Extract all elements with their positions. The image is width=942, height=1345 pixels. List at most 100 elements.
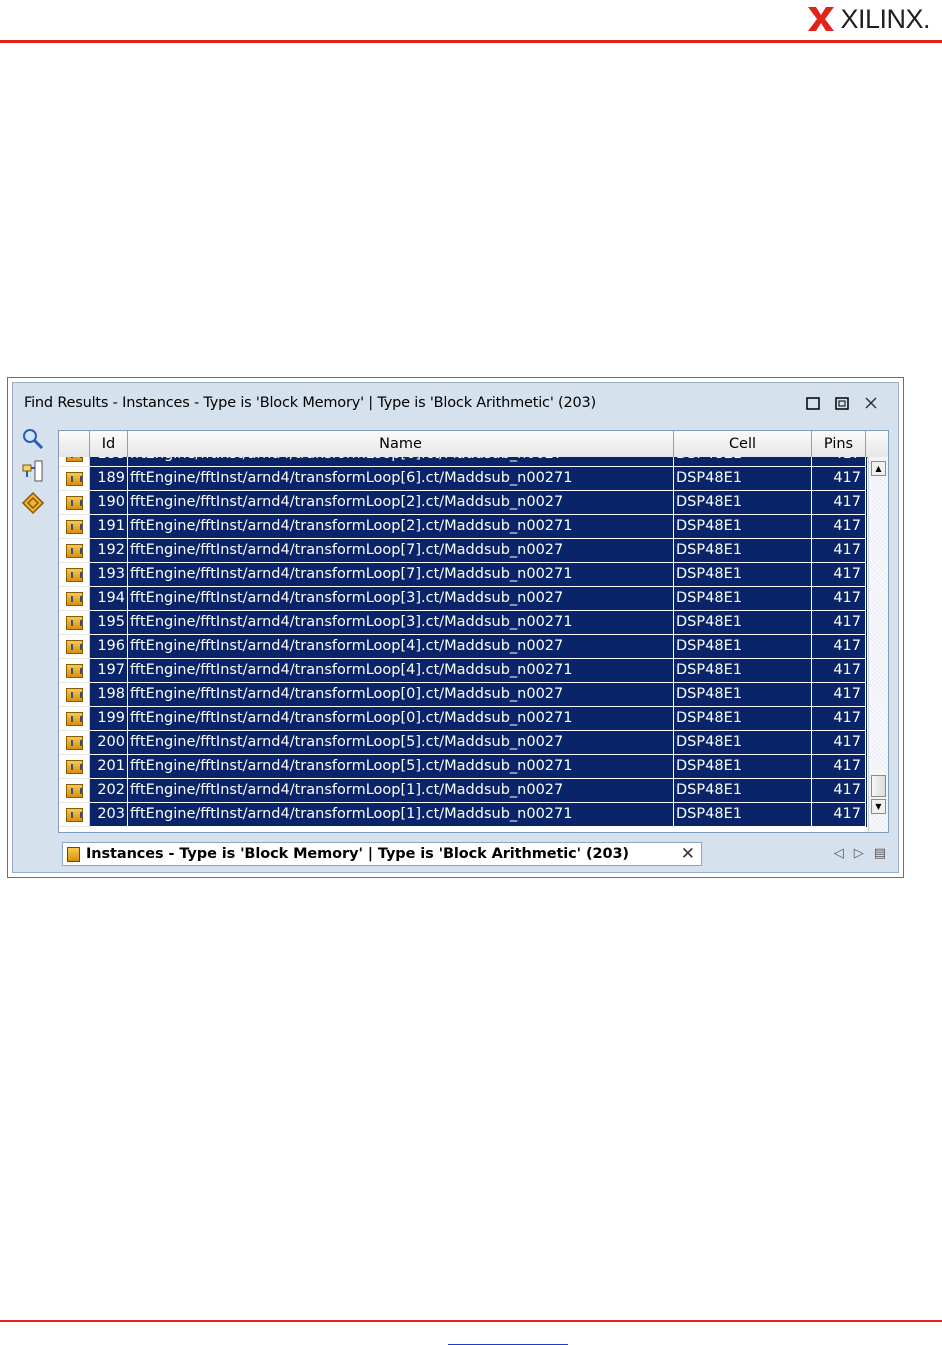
footer-link[interactable] bbox=[448, 1332, 568, 1345]
column-header-pins[interactable]: Pins bbox=[812, 431, 866, 457]
table-row[interactable]: 193 fftEngine/fftInst/arnd4/transformLoop… bbox=[59, 563, 867, 587]
cell-name: fftEngine/fftInst/arnd4/transformLoop[0]… bbox=[128, 707, 674, 731]
table-row[interactable]: 189 fftEngine/fftInst/arnd4/transformLoop… bbox=[59, 467, 867, 491]
instance-icon bbox=[65, 807, 83, 822]
cell-type: DSP48E1 bbox=[674, 515, 812, 539]
cell-id: 198 bbox=[90, 683, 128, 707]
cell-name: fftEngine/fftInst/arnd4/transformLoop[5]… bbox=[128, 731, 674, 755]
restore-icon[interactable] bbox=[834, 395, 851, 412]
table-rows: 188fftEngine/fftInst/arnd4/transformLoop… bbox=[59, 457, 867, 827]
table-row[interactable]: 194 fftEngine/fftInst/arnd4/transformLoop… bbox=[59, 587, 867, 611]
column-header-corner bbox=[866, 431, 888, 457]
find-results-window: Find Results - Instances - Type is 'Bloc… bbox=[7, 377, 904, 878]
tab-prev-icon[interactable]: ◁ bbox=[834, 846, 844, 861]
cell-name: fftEngine/fftInst/arnd4/transformLoop[1]… bbox=[128, 779, 674, 803]
cell-name: fftEngine/fftInst/arnd4/transformLoop[7]… bbox=[128, 539, 674, 563]
scroll-up-arrow-icon[interactable]: ▲ bbox=[871, 461, 886, 476]
table-row[interactable]: 197 fftEngine/fftInst/arnd4/transformLoop… bbox=[59, 659, 867, 683]
column-header-name[interactable]: Name bbox=[128, 431, 674, 457]
table-body: 188fftEngine/fftInst/arnd4/transformLoop… bbox=[59, 457, 867, 832]
table-header: Id Name Cell Pins bbox=[59, 431, 888, 458]
instance-icon bbox=[65, 615, 83, 630]
cell-name: fftEngine/fftInst/arnd4/transformLoop[6]… bbox=[128, 467, 674, 491]
instance-icon bbox=[65, 783, 83, 798]
tab-list-icon[interactable]: ▤ bbox=[874, 846, 886, 861]
tab-instances-label: Instances - Type is 'Block Memory' | Typ… bbox=[86, 846, 629, 862]
column-header-cell[interactable]: Cell bbox=[674, 431, 812, 457]
table-row[interactable]: 192 fftEngine/fftInst/arnd4/transformLoop… bbox=[59, 539, 867, 563]
cell-id: 203 bbox=[90, 803, 128, 827]
table-row[interactable]: 188fftEngine/fftInst/arnd4/transformLoop… bbox=[59, 457, 867, 467]
properties-icon[interactable] bbox=[21, 491, 45, 515]
table-row[interactable]: 191 fftEngine/fftInst/arnd4/transformLoop… bbox=[59, 515, 867, 539]
footer-rule bbox=[0, 1320, 942, 1322]
cell-id: 188 bbox=[90, 457, 128, 467]
cell-name: fftEngine/fftInst/arnd4/transformLoop[5]… bbox=[128, 755, 674, 779]
instance-icon bbox=[65, 639, 83, 654]
tab-next-icon[interactable]: ▷ bbox=[854, 846, 864, 861]
cell-type: DSP48E1 bbox=[674, 457, 812, 467]
cell-pins: 417 bbox=[812, 467, 866, 491]
brand-name: XILINX. bbox=[840, 3, 930, 34]
xilinx-logo: XILINX. bbox=[808, 4, 930, 34]
cell-type: DSP48E1 bbox=[674, 803, 812, 827]
row-icon-cell bbox=[59, 755, 90, 779]
row-icon-cell bbox=[59, 539, 90, 563]
instance-icon bbox=[65, 471, 83, 486]
table-row[interactable]: 200 fftEngine/fftInst/arnd4/transformLoop… bbox=[59, 731, 867, 755]
instance-icon bbox=[65, 519, 83, 534]
column-header-id[interactable]: Id bbox=[90, 431, 128, 457]
cell-id: 189 bbox=[90, 467, 128, 491]
table-row[interactable]: 202 fftEngine/fftInst/arnd4/transformLoop… bbox=[59, 779, 867, 803]
cell-pins: 417 bbox=[812, 755, 866, 779]
cell-type: DSP48E1 bbox=[674, 611, 812, 635]
instance-icon bbox=[65, 591, 83, 606]
table-row[interactable]: 199 fftEngine/fftInst/arnd4/transformLoop… bbox=[59, 707, 867, 731]
row-icon-cell bbox=[59, 635, 90, 659]
schematic-icon[interactable] bbox=[21, 459, 45, 483]
cell-id: 199 bbox=[90, 707, 128, 731]
xilinx-logo-icon bbox=[808, 7, 835, 31]
cell-pins: 417 bbox=[812, 779, 866, 803]
table-row[interactable]: 190 fftEngine/fftInst/arnd4/transformLoop… bbox=[59, 491, 867, 515]
instance-icon bbox=[65, 663, 83, 678]
table-row[interactable]: 203 fftEngine/fftInst/arnd4/transformLoop… bbox=[59, 803, 867, 827]
cell-type: DSP48E1 bbox=[674, 635, 812, 659]
column-header-icon[interactable] bbox=[59, 431, 90, 457]
window-title: Find Results - Instances - Type is 'Bloc… bbox=[24, 395, 597, 411]
cell-type: DSP48E1 bbox=[674, 683, 812, 707]
cell-id: 201 bbox=[90, 755, 128, 779]
close-icon[interactable] bbox=[863, 395, 880, 412]
cell-id: 191 bbox=[90, 515, 128, 539]
scroll-down-arrow-icon[interactable]: ▼ bbox=[871, 799, 886, 814]
cell-id: 200 bbox=[90, 731, 128, 755]
cell-type: DSP48E1 bbox=[674, 659, 812, 683]
table-row[interactable]: 201 fftEngine/fftInst/arnd4/transformLoop… bbox=[59, 755, 867, 779]
cell-name: fftEngine/fftInst/arnd4/transformLoop[2]… bbox=[128, 491, 674, 515]
cell-pins: 417 bbox=[812, 491, 866, 515]
cell-name: fftEngine/fftInst/arnd4/transformLoop[1]… bbox=[128, 803, 674, 827]
header-rule bbox=[0, 40, 942, 43]
instance-icon bbox=[65, 567, 83, 582]
table-row[interactable]: 196 fftEngine/fftInst/arnd4/transformLoop… bbox=[59, 635, 867, 659]
row-icon-cell bbox=[59, 467, 90, 491]
cell-pins: 417 bbox=[812, 515, 866, 539]
table-row[interactable]: 195 fftEngine/fftInst/arnd4/transformLoop… bbox=[59, 611, 867, 635]
row-icon-cell bbox=[59, 731, 90, 755]
search-icon[interactable] bbox=[21, 427, 45, 451]
cell-pins: 417 bbox=[812, 563, 866, 587]
instance-icon bbox=[65, 711, 83, 726]
table-row[interactable]: 198 fftEngine/fftInst/arnd4/transformLoop… bbox=[59, 683, 867, 707]
maximize-icon[interactable] bbox=[805, 395, 822, 412]
cell-name: fftEngine/fftInst/arnd4/transformLoop[6]… bbox=[128, 457, 674, 467]
cell-pins: 417 bbox=[812, 683, 866, 707]
vertical-scrollbar[interactable]: ▲ ▼ bbox=[868, 457, 888, 832]
tab-instances[interactable]: Instances - Type is 'Block Memory' | Typ… bbox=[62, 842, 702, 866]
scroll-thumb[interactable] bbox=[871, 775, 886, 797]
row-icon-cell bbox=[59, 515, 90, 539]
window-panel: Find Results - Instances - Type is 'Bloc… bbox=[12, 382, 899, 873]
row-icon-cell bbox=[59, 659, 90, 683]
cell-id: 197 bbox=[90, 659, 128, 683]
tab-close-icon[interactable]: ✕ bbox=[681, 844, 695, 864]
window-titlebar: Find Results - Instances - Type is 'Bloc… bbox=[13, 383, 898, 423]
